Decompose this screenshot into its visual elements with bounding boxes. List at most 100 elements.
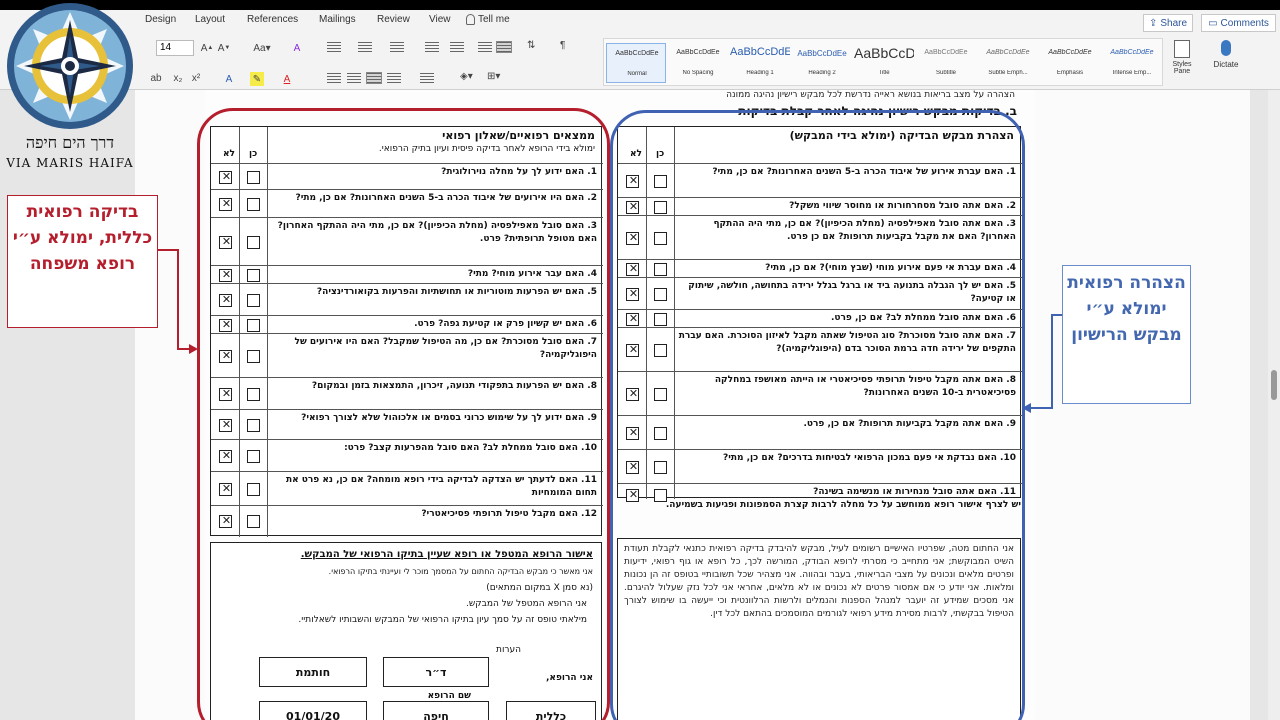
- yes-checkbox[interactable]: [247, 482, 260, 496]
- no-checkbox[interactable]: [219, 318, 233, 332]
- subscript-icon[interactable]: x₂: [172, 72, 184, 84]
- no-checkbox[interactable]: [626, 287, 640, 301]
- tab-layout[interactable]: Layout: [195, 14, 225, 25]
- shrink-font-icon[interactable]: A ▼: [217, 41, 231, 55]
- borders-icon[interactable]: ⊞▾: [487, 71, 500, 82]
- no-checkbox[interactable]: [626, 312, 640, 326]
- yes-checkbox[interactable]: [247, 387, 260, 401]
- tab-mailings[interactable]: Mailings: [319, 14, 356, 25]
- yes-checkbox[interactable]: [247, 514, 260, 528]
- dictate-button[interactable]: Dictate: [1206, 38, 1246, 86]
- no-checkbox[interactable]: [626, 200, 640, 214]
- yes-checkbox[interactable]: [654, 313, 667, 326]
- style-heading-2[interactable]: AaBbCcDdEe Heading 2: [792, 43, 852, 83]
- yes-checkbox[interactable]: [654, 287, 667, 301]
- yes-checkbox[interactable]: [654, 263, 667, 276]
- no-checkbox[interactable]: [219, 387, 233, 401]
- style-subtitle[interactable]: AaBbCcDdEe Subtitle: [916, 43, 976, 83]
- yes-checkbox[interactable]: [247, 349, 260, 363]
- clear-formatting-icon[interactable]: A: [290, 41, 304, 55]
- tab-design[interactable]: Design: [145, 14, 176, 25]
- tell-me-search[interactable]: Tell me: [466, 14, 510, 25]
- align-left-icon[interactable]: [327, 73, 341, 83]
- no-checkbox[interactable]: [626, 174, 640, 188]
- text-effects-icon[interactable]: A: [222, 72, 236, 86]
- yes-checkbox[interactable]: [654, 201, 667, 214]
- yes-checkbox[interactable]: [247, 319, 260, 332]
- increase-indent-icon[interactable]: [450, 42, 464, 52]
- style-title[interactable]: AaBbCcDdEe Title: [854, 43, 914, 83]
- numbering-icon[interactable]: [358, 42, 372, 52]
- bullets-icon[interactable]: [327, 42, 341, 52]
- style-label: Subtitle: [935, 70, 956, 76]
- style-no-spacing[interactable]: AaBbCcDdEe No Spacing: [668, 43, 728, 83]
- no-checkbox[interactable]: [219, 482, 233, 496]
- strikethrough-icon[interactable]: ab: [150, 72, 162, 84]
- tab-view[interactable]: View: [429, 14, 451, 25]
- no-checkbox[interactable]: [219, 418, 233, 432]
- no-checkbox[interactable]: [219, 170, 233, 184]
- no-checkbox[interactable]: [626, 231, 640, 245]
- yes-checkbox[interactable]: [247, 170, 260, 184]
- yes-checkbox[interactable]: [247, 197, 260, 211]
- scanned-form-document: הצהרה על מצב בריאות בנושא ראייה נדרשת לכ…: [205, 90, 1035, 720]
- style-normal[interactable]: AaBbCcDdEe Normal: [606, 43, 666, 83]
- style-emphasis[interactable]: AaBbCcDdEe Emphasis: [1040, 43, 1100, 83]
- comments-button[interactable]: ▭ Comments: [1201, 14, 1276, 32]
- multilevel-list-icon[interactable]: [390, 42, 404, 52]
- no-checkbox[interactable]: [626, 262, 640, 276]
- yes-checkbox[interactable]: [654, 231, 667, 245]
- doctor-label: אני הרופא,: [546, 673, 593, 683]
- share-button[interactable]: ⇪ Share: [1143, 14, 1193, 32]
- align-center-icon[interactable]: [347, 73, 361, 83]
- no-checkbox[interactable]: [219, 293, 233, 307]
- tab-references[interactable]: References: [247, 14, 298, 25]
- pilcrow-icon[interactable]: ¶: [560, 40, 565, 51]
- grow-font-icon[interactable]: A ▲: [200, 41, 214, 55]
- styles-pane-button[interactable]: Styles Pane: [1168, 38, 1196, 86]
- sort-icon[interactable]: ⇅: [527, 40, 535, 51]
- decrease-indent-icon[interactable]: [425, 42, 439, 52]
- ltr-direction-icon[interactable]: [478, 42, 492, 52]
- question-text: 1. האם עברת אירוע של איבוד הכרה ב-5 השני…: [712, 167, 1016, 177]
- style-intense-emphasis[interactable]: AaBbCcDdEe Intense Emp...: [1102, 43, 1162, 83]
- comment-icon: ▭: [1208, 17, 1218, 29]
- no-checkbox[interactable]: [219, 268, 233, 282]
- align-right-icon[interactable]: [366, 72, 382, 84]
- yes-checkbox[interactable]: [654, 426, 667, 440]
- highlight-icon[interactable]: ✎: [250, 72, 264, 86]
- no-checkbox[interactable]: [219, 235, 233, 249]
- question-row: 6. האם יש קשיון פרק או קטיעת גפה? פרט.: [211, 315, 603, 333]
- no-checkbox[interactable]: [626, 426, 640, 440]
- font-size-field[interactable]: 14: [156, 40, 194, 56]
- no-checkbox[interactable]: [219, 449, 233, 463]
- yes-checkbox[interactable]: [247, 235, 260, 249]
- yes-checkbox[interactable]: [247, 293, 260, 307]
- justify-icon[interactable]: [387, 73, 401, 83]
- no-checkbox[interactable]: [219, 514, 233, 528]
- shading-icon[interactable]: ◈▾: [460, 71, 473, 82]
- style-subtle-emphasis[interactable]: AaBbCcDdEe Subtle Emph...: [978, 43, 1038, 83]
- no-checkbox[interactable]: [626, 343, 640, 357]
- superscript-icon[interactable]: x²: [190, 72, 202, 84]
- style-heading-1[interactable]: AaBbCcDdEe Heading 1: [730, 43, 790, 83]
- yes-checkbox[interactable]: [654, 387, 667, 401]
- yes-checkbox[interactable]: [654, 174, 667, 188]
- no-checkbox[interactable]: [219, 349, 233, 363]
- yes-checkbox[interactable]: [247, 269, 260, 282]
- no-checkbox[interactable]: [219, 197, 233, 211]
- change-case-icon[interactable]: Aa▾: [251, 41, 273, 55]
- yes-checkbox[interactable]: [654, 460, 667, 474]
- rtl-direction-icon[interactable]: [496, 41, 512, 53]
- tab-review[interactable]: Review: [377, 14, 410, 25]
- vertical-scrollbar[interactable]: [1268, 90, 1280, 720]
- line-spacing-icon[interactable]: [420, 73, 434, 83]
- yes-checkbox[interactable]: [247, 449, 260, 463]
- yes-checkbox[interactable]: [654, 343, 667, 357]
- font-color-icon[interactable]: A: [280, 72, 294, 86]
- no-checkbox[interactable]: [626, 460, 640, 474]
- question-row: 2. האם היו אירועים של איבוד הכרה ב-5 השנ…: [211, 189, 603, 217]
- yes-checkbox[interactable]: [247, 418, 260, 432]
- no-checkbox[interactable]: [626, 387, 640, 401]
- scrollbar-thumb[interactable]: [1271, 370, 1277, 400]
